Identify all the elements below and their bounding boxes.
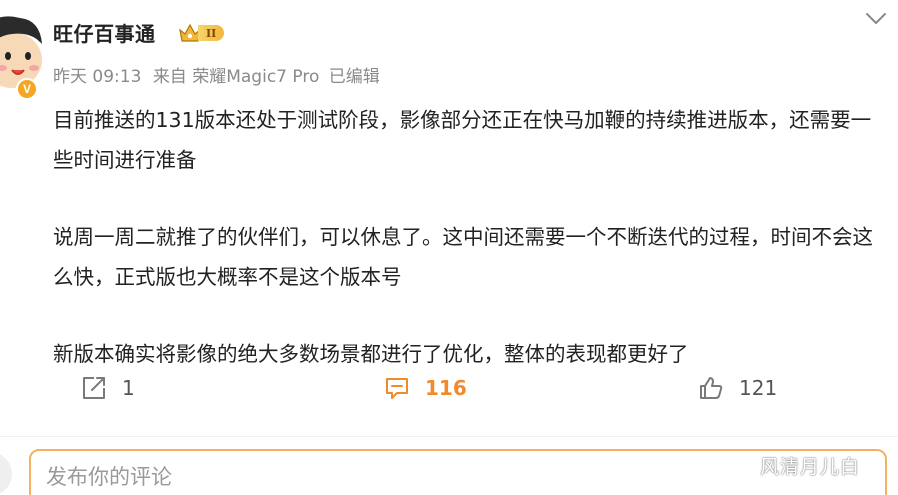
rank-level: II [198, 25, 225, 41]
watermark: 风清月儿白 [760, 456, 861, 478]
author-name[interactable]: 旺仔百事通 [53, 18, 156, 47]
post-content: 目前推送的131版本还处于测试阶段，影像部分还正在快马加鞭的持续推进版本，还需要… [53, 100, 888, 374]
verified-badge: V [16, 78, 38, 100]
repost-count: 1 [122, 376, 135, 400]
comment-count: 116 [425, 376, 467, 400]
post-paragraph: 说周一周二就推了的伙伴们，可以休息了。这中间还需要一个不断迭代的过程，时间不会这… [53, 225, 873, 289]
post-source: 来自 荣耀Magic7 Pro [152, 67, 320, 87]
comment-composer[interactable] [29, 449, 887, 495]
cartoon-face-icon [0, 16, 42, 88]
edited-label[interactable]: 已编辑 [329, 67, 380, 87]
my-avatar [0, 452, 12, 495]
thumbs-up-icon [700, 377, 723, 399]
repost-button[interactable]: 1 [80, 368, 135, 408]
comment-button[interactable]: 116 [383, 368, 467, 408]
comment-icon [386, 378, 408, 399]
post-actions: 1 116 121 [0, 368, 898, 408]
post-meta: 昨天 09:13 来自 荣耀Magic7 Pro 已编辑 [53, 62, 380, 87]
like-count: 121 [739, 376, 778, 400]
chevron-down-icon[interactable] [863, 8, 889, 28]
divider [0, 436, 898, 437]
fan-rank-badge[interactable]: II [178, 22, 225, 44]
comment-input[interactable] [46, 465, 646, 489]
post-paragraph: 目前推送的131版本还处于测试阶段，影像部分还正在快马加鞭的持续推进版本，还需要… [53, 108, 872, 172]
like-button[interactable]: 121 [697, 368, 777, 408]
author-avatar[interactable]: V [0, 10, 42, 100]
share-icon [83, 377, 105, 399]
post-time[interactable]: 昨天 09:13 [53, 67, 141, 87]
weibo-post-page: V 旺仔百事通 II 昨天 09:13 来自 荣耀Magic7 Pro 已编辑 … [0, 0, 898, 495]
